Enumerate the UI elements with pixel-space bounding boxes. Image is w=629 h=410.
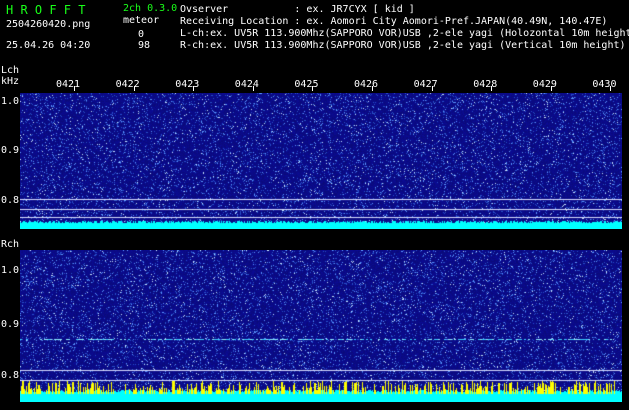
lch-spectrogram — [20, 93, 622, 229]
time-tick-mark — [491, 86, 493, 91]
lch-ytick-1: 1.0 — [1, 96, 20, 107]
time-tick-0430: 0430 — [592, 79, 617, 90]
time-tick-0423: 0423 — [175, 79, 200, 90]
channel-mode-label: 2ch 0.3.0 — [123, 3, 178, 14]
time-tick-0424: 0424 — [234, 79, 259, 90]
meteor-label: meteor — [123, 15, 160, 26]
time-tick-mark — [372, 86, 373, 91]
info-rch: R-ch:ex. UV5R 113.900Mhz(SAPPORO VOR)USB… — [180, 40, 626, 51]
filename-label: 2504260420.png — [6, 19, 91, 30]
time-tick-0421: 0421 — [56, 79, 81, 90]
time-tick-mark — [610, 86, 612, 91]
time-tick-0427: 0427 — [413, 79, 438, 90]
lch-ytick-2: 0.9 — [1, 145, 20, 156]
r-meteor-count: 98 — [138, 40, 151, 51]
rch-spectrogram — [20, 250, 622, 402]
lch-ytick-3: 0.8 — [1, 195, 20, 206]
time-tick-mark — [74, 86, 75, 91]
info-observer: Ovserver : ex. JR7CYX [ kid ] — [180, 4, 415, 15]
rch-ytick-3: 0.8 — [1, 370, 20, 381]
time-tick-mark — [133, 86, 135, 91]
lch-unit-label: kHz — [1, 76, 20, 87]
lch-label: Lch — [1, 65, 20, 76]
time-tick-mark — [550, 86, 552, 91]
time-tick-0422: 0422 — [115, 79, 140, 90]
time-tick-0425: 0425 — [294, 79, 319, 90]
time-tick-mark — [431, 86, 433, 91]
rch-label: Rch — [1, 239, 20, 250]
time-tick-0426: 0426 — [354, 79, 379, 90]
time-tick-mark — [252, 86, 254, 91]
timestamp-label: 25.04.26 04:20 — [6, 40, 91, 51]
time-tick-mark — [193, 86, 195, 91]
info-lch: L-ch:ex. UV5R 113.900Mhz(SAPPORO VOR)USB… — [180, 28, 629, 39]
time-tick-0429: 0429 — [532, 79, 557, 90]
app-title: H R O F F T — [6, 3, 86, 17]
info-location: Receiving Location : ex. Aomori City Aom… — [180, 16, 608, 27]
time-tick-0428: 0428 — [473, 79, 498, 90]
rch-ytick-2: 0.9 — [1, 319, 20, 330]
rch-ytick-1: 1.0 — [1, 265, 20, 276]
l-meteor-count: 0 — [138, 29, 145, 40]
time-tick-mark — [312, 86, 314, 91]
